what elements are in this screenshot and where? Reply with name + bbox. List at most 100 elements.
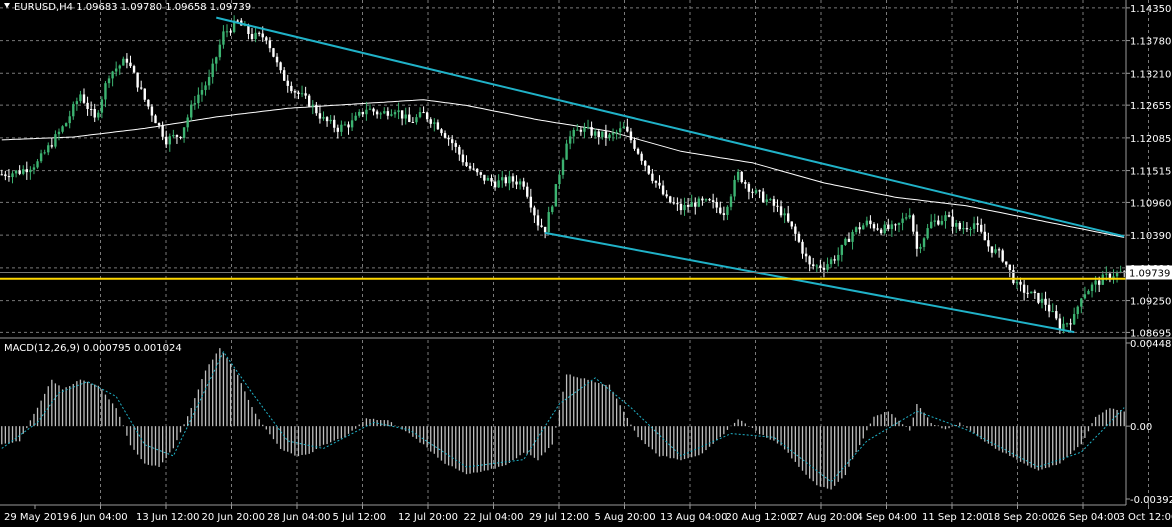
candle-body xyxy=(197,94,200,104)
candle-body xyxy=(122,58,125,66)
price-panel-title: EURUSD,H4 1.09683 1.09780 1.09658 1.0973… xyxy=(14,2,251,13)
candle-body xyxy=(694,202,697,207)
candle-body xyxy=(1065,323,1069,325)
candle-body xyxy=(744,182,747,184)
candle-body xyxy=(1062,323,1065,330)
candle-body xyxy=(422,112,425,114)
candle-body xyxy=(597,131,600,138)
candle-body xyxy=(862,225,865,230)
candle-body xyxy=(1087,290,1090,295)
candle-body xyxy=(511,176,515,182)
candle-body xyxy=(647,165,650,174)
candle-body xyxy=(1022,284,1026,293)
candle-body xyxy=(347,124,350,128)
candle-body xyxy=(876,228,879,230)
candle-body xyxy=(1037,292,1040,303)
candle-body xyxy=(293,91,297,93)
candle-body xyxy=(0,174,3,176)
candle-body xyxy=(1108,273,1112,279)
candle-body xyxy=(858,227,861,230)
x-tick-label: 29 May 2019 xyxy=(4,512,69,523)
candle-body xyxy=(926,228,929,239)
candle-body xyxy=(14,170,18,174)
candle-body xyxy=(1094,280,1097,285)
candle-body xyxy=(100,99,104,113)
candle-body xyxy=(118,65,121,69)
candle-body xyxy=(114,68,118,72)
candle-body xyxy=(375,111,379,115)
candle-body xyxy=(518,181,522,185)
candle-body xyxy=(354,115,357,121)
x-tick-label: 6 Jun 04:00 xyxy=(71,512,128,523)
candle-body xyxy=(282,70,286,81)
candle-body xyxy=(980,224,983,232)
candle-body xyxy=(833,259,836,261)
candle-body xyxy=(300,93,304,95)
candle-body xyxy=(72,104,75,117)
candle-body xyxy=(626,126,629,132)
y-tick-label: 1.09250 xyxy=(1130,297,1171,308)
candle-body xyxy=(976,223,979,225)
candle-body xyxy=(218,44,222,58)
candle-body xyxy=(501,177,504,181)
candle-body xyxy=(686,204,690,207)
candle-body xyxy=(719,207,722,214)
candle-body xyxy=(808,256,811,265)
candle-body xyxy=(955,222,958,227)
candle-body xyxy=(644,160,647,166)
candle-body xyxy=(54,134,57,147)
candle-body xyxy=(561,159,565,175)
candle-body xyxy=(1072,314,1076,325)
candle-body xyxy=(465,162,468,167)
candle-body xyxy=(1001,250,1004,262)
candle-body xyxy=(408,114,411,123)
x-tick-label: 28 Jun 04:00 xyxy=(267,512,331,523)
x-tick-label: 20 Aug 12:00 xyxy=(726,512,793,523)
candle-body xyxy=(676,203,679,205)
candle-body xyxy=(526,186,529,197)
candle-body xyxy=(150,106,154,116)
candle-body xyxy=(922,238,926,247)
candle-body xyxy=(608,134,611,138)
candle-body xyxy=(726,206,729,215)
x-tick-label: 3 Oct 12:00 xyxy=(1119,512,1172,523)
x-tick-label: 18 Sep 20:00 xyxy=(988,512,1055,523)
candle-body xyxy=(336,127,339,132)
candle-body xyxy=(740,171,743,183)
candle-body xyxy=(904,217,908,219)
candle-body xyxy=(229,31,232,33)
candle-body xyxy=(272,48,275,57)
candle-body xyxy=(333,119,336,128)
candle-body xyxy=(593,131,597,136)
candle-body xyxy=(508,176,511,184)
candle-body xyxy=(947,215,951,217)
candle-body xyxy=(368,108,372,110)
candle-body xyxy=(1097,280,1101,285)
candle-body xyxy=(22,169,25,174)
candle-body xyxy=(154,115,157,124)
candle-body xyxy=(640,153,643,161)
candle-body xyxy=(815,265,818,267)
candle-body xyxy=(965,228,969,230)
candle-body xyxy=(568,136,572,144)
candle-body xyxy=(733,179,736,197)
candle-body xyxy=(268,40,272,49)
candle-body xyxy=(340,124,343,132)
x-tick-label: 20 Jun 20:00 xyxy=(202,512,266,523)
candle-body xyxy=(783,213,786,216)
macd-y-tick-label: -0.003925 xyxy=(1130,495,1172,506)
candle-body xyxy=(222,31,225,45)
candle-body xyxy=(840,244,844,255)
y-tick-label: 1.12655 xyxy=(1130,101,1171,112)
candle-body xyxy=(504,177,508,184)
candle-body xyxy=(443,133,447,138)
candle-body xyxy=(722,213,726,215)
candle-body xyxy=(851,231,854,242)
candle-body xyxy=(829,259,833,265)
candle-body xyxy=(132,66,136,73)
candle-body xyxy=(4,174,7,177)
candle-body xyxy=(425,112,429,120)
trading-chart[interactable]: 29 May 2019 6 Jun 04:00 13 Jun 12:00 20 Jun… xyxy=(0,0,1172,527)
candle-body xyxy=(361,111,365,115)
candle-body xyxy=(415,117,418,123)
